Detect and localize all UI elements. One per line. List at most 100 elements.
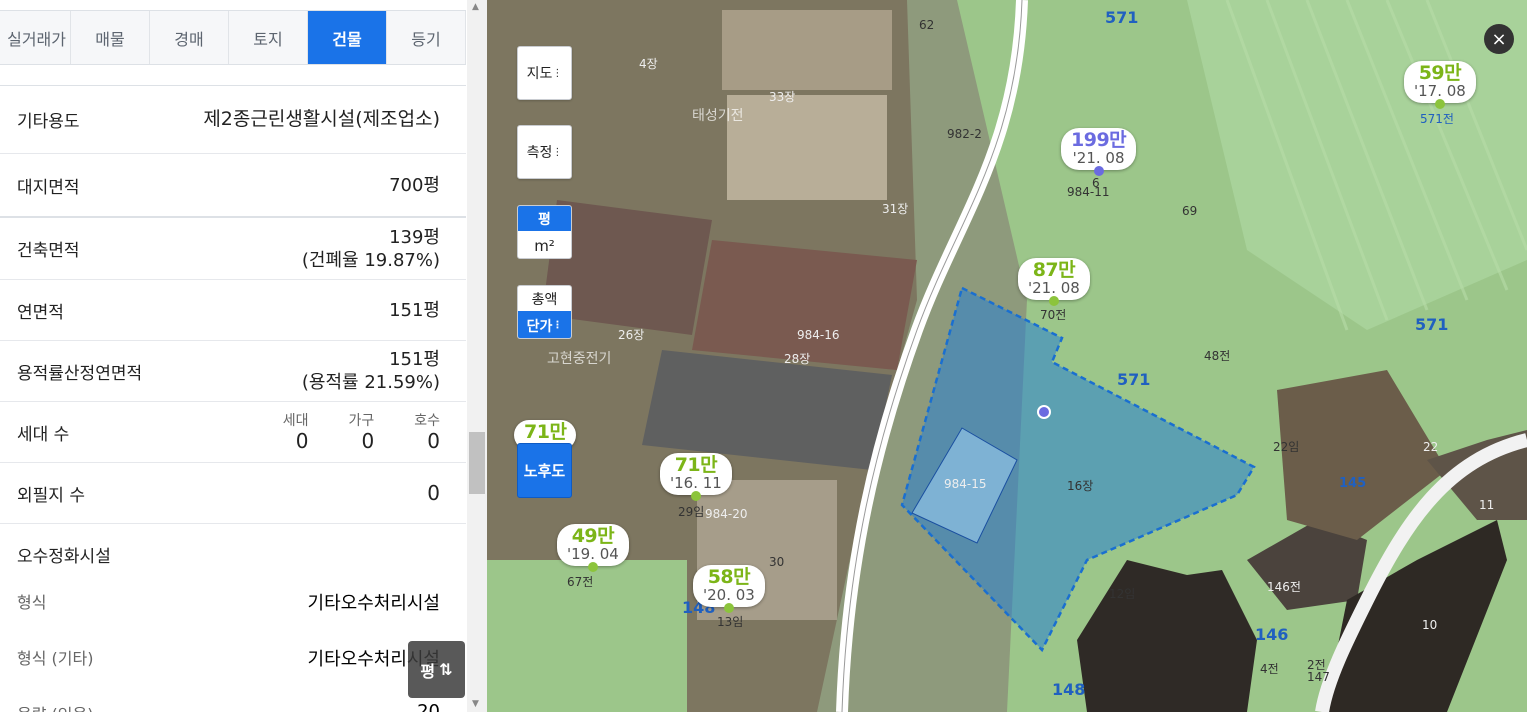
row-units: 세대 수 세대 0 가구 0 호수 0 bbox=[0, 402, 466, 463]
tab-auction[interactable]: 경매 bbox=[150, 11, 229, 64]
sewage-capacity-label: 용량 (인용) bbox=[17, 701, 93, 712]
tab-building[interactable]: 건물 bbox=[308, 11, 387, 64]
road-label: 146 bbox=[1255, 625, 1289, 644]
map-view[interactable]: 태성기전 고현중전기 571 571 571 146 148 148 145 6… bbox=[487, 0, 1527, 712]
price-unit-label: 단가 bbox=[526, 318, 553, 335]
close-icon[interactable]: × bbox=[1484, 24, 1514, 54]
other-use-value: 제2종근린생활시설(제조업소) bbox=[203, 108, 440, 130]
price-unit-option[interactable]: 단가 ⋮ bbox=[518, 311, 571, 338]
divider bbox=[0, 66, 466, 86]
annex-lots-value: 0 bbox=[427, 480, 440, 505]
families-value: 0 bbox=[361, 429, 375, 453]
sewage-type-other-label: 형식 (기타) bbox=[17, 649, 94, 668]
map-type-button[interactable]: 지도 ⋮ bbox=[517, 46, 572, 100]
units-breakdown: 세대 0 가구 0 호수 0 bbox=[283, 412, 440, 452]
lot-label: 982-2 bbox=[947, 127, 982, 141]
unit-toggle-label: 평 bbox=[420, 661, 436, 681]
bubble-price: 71만 bbox=[674, 454, 718, 476]
price-bubble[interactable]: 59만 '17. 08 bbox=[1404, 61, 1476, 109]
unit-sqm-option[interactable]: m² bbox=[518, 231, 571, 258]
satellite-map bbox=[487, 0, 1527, 712]
lot-label: 22 bbox=[1423, 440, 1439, 454]
price-bubble[interactable]: 87만 '21. 08 bbox=[1018, 258, 1090, 306]
bubble-price: 71만 bbox=[524, 421, 567, 443]
price-bubble[interactable]: 49만 '19. 04 bbox=[557, 524, 629, 572]
unit-pyeong-option[interactable]: 평 bbox=[518, 206, 571, 231]
bubble-price: 199만 bbox=[1071, 129, 1127, 151]
lot-label: 10 bbox=[1422, 618, 1438, 632]
row-land-area: 대지면적 700평 bbox=[0, 154, 466, 218]
price-bubble[interactable]: 58만 '20. 03 bbox=[693, 565, 765, 613]
far-floor-area-values: 151평 (용적률 21.59%) bbox=[302, 348, 440, 394]
scroll-down-icon[interactable]: ▼ bbox=[472, 699, 479, 709]
area-unit-toggle[interactable]: 평 m² bbox=[517, 205, 572, 259]
building-area-value: 139평 bbox=[389, 226, 440, 248]
bubble-price: 58만 bbox=[707, 566, 751, 588]
lot-label: 984-16 bbox=[797, 328, 840, 342]
price-mode-toggle[interactable]: 총액 단가 ⋮ bbox=[517, 285, 572, 339]
row-annex-lots: 외필지 수 0 bbox=[0, 463, 466, 524]
lot-label: 6 bbox=[1092, 176, 1100, 190]
lot-label: 62 bbox=[919, 18, 935, 32]
tab-registry[interactable]: 등기 bbox=[387, 11, 466, 64]
lot-label: 16장 bbox=[1067, 479, 1094, 493]
lot-label: 70전 bbox=[1040, 308, 1067, 322]
tab-land[interactable]: 토지 bbox=[229, 11, 308, 64]
lot-label: 571전 bbox=[1420, 112, 1454, 126]
lot-label: 30 bbox=[769, 555, 785, 569]
tab-real-price[interactable]: 실거래가 bbox=[0, 11, 71, 64]
households-col: 세대 0 bbox=[283, 412, 309, 452]
more-icon: ⋮ bbox=[552, 146, 563, 158]
panel-scrollbar[interactable]: ▲ ▼ bbox=[467, 0, 487, 712]
tab-listings[interactable]: 매물 bbox=[71, 11, 150, 64]
coverage-ratio: (건폐율 19.87%) bbox=[301, 249, 440, 271]
lot-label: 22임 bbox=[1273, 440, 1300, 454]
lot-label: 26장 bbox=[618, 328, 645, 342]
scrollbar-thumb[interactable] bbox=[469, 432, 485, 494]
rooms-label: 호수 bbox=[414, 413, 440, 429]
bubble-date: '16. 11 bbox=[670, 474, 722, 492]
lot-label: 29임 bbox=[678, 505, 705, 519]
total-floor-area-value: 151평 bbox=[389, 299, 440, 321]
households-label: 세대 bbox=[282, 413, 309, 429]
road-label: 571 bbox=[1105, 8, 1139, 27]
building-area-values: 139평 (건폐율 19.87%) bbox=[302, 226, 440, 272]
lot-label: 984-11 bbox=[1067, 185, 1110, 199]
lot-label: 69 bbox=[1182, 204, 1198, 218]
lot-label: 147 bbox=[1307, 670, 1330, 684]
lot-label: 4장 bbox=[639, 57, 658, 71]
lot-label: 984-20 bbox=[705, 507, 748, 521]
info-tabs: 실거래가 매물 경매 토지 건물 등기 bbox=[0, 10, 466, 65]
sewage-section-title: 오수정화시설 bbox=[17, 547, 111, 567]
land-area-value: 700평 bbox=[389, 174, 440, 196]
row-sewage-type-other: 형식 (기타) 기타오수처리시설 bbox=[0, 633, 466, 689]
lot-label: 12임 bbox=[1109, 587, 1136, 601]
lot-label: 67전 bbox=[567, 575, 594, 589]
row-other-use: 기타용도 제2종근린생활시설(제조업소) bbox=[0, 86, 466, 154]
lot-label: 4전 bbox=[1260, 662, 1279, 676]
price-bubble[interactable]: 71만 '16. 11 bbox=[660, 453, 732, 501]
measure-button[interactable]: 측정 ⋮ bbox=[517, 125, 572, 179]
bubble-date: '21. 08 bbox=[1072, 149, 1125, 167]
families-col: 가구 0 bbox=[348, 412, 374, 452]
unit-toggle-button[interactable]: 평 ⇅ bbox=[408, 641, 465, 698]
building-area-label: 건축면적 bbox=[17, 241, 80, 261]
lot-label: 984-15 bbox=[944, 477, 987, 491]
lot-label: 146전 bbox=[1267, 580, 1301, 594]
building-age-button[interactable]: 노후도 bbox=[517, 443, 572, 498]
row-sewage-capacity: 용량 (인용) 20 bbox=[0, 689, 466, 712]
swap-icon: ⇅ bbox=[439, 660, 453, 679]
row-far-floor-area: 용적률산정연면적 151평 (용적률 21.59%) bbox=[0, 341, 466, 402]
price-bubble[interactable]: 199만 '21. 08 bbox=[1061, 128, 1137, 176]
map-type-label: 지도 bbox=[526, 66, 553, 82]
rooms-value: 0 bbox=[427, 429, 440, 453]
rooms-col: 호수 0 bbox=[414, 412, 440, 452]
row-total-floor-area: 연면적 151평 bbox=[0, 280, 466, 341]
bubble-price: 59만 bbox=[1418, 62, 1462, 84]
bubble-date: '19. 04 bbox=[567, 545, 619, 563]
lot-label: 31장 bbox=[882, 202, 909, 216]
price-total-option[interactable]: 총액 bbox=[518, 286, 571, 311]
scroll-up-icon[interactable]: ▲ bbox=[472, 2, 479, 12]
sewage-type-label: 형식 bbox=[17, 593, 47, 612]
lot-label: 11 bbox=[1479, 498, 1495, 512]
